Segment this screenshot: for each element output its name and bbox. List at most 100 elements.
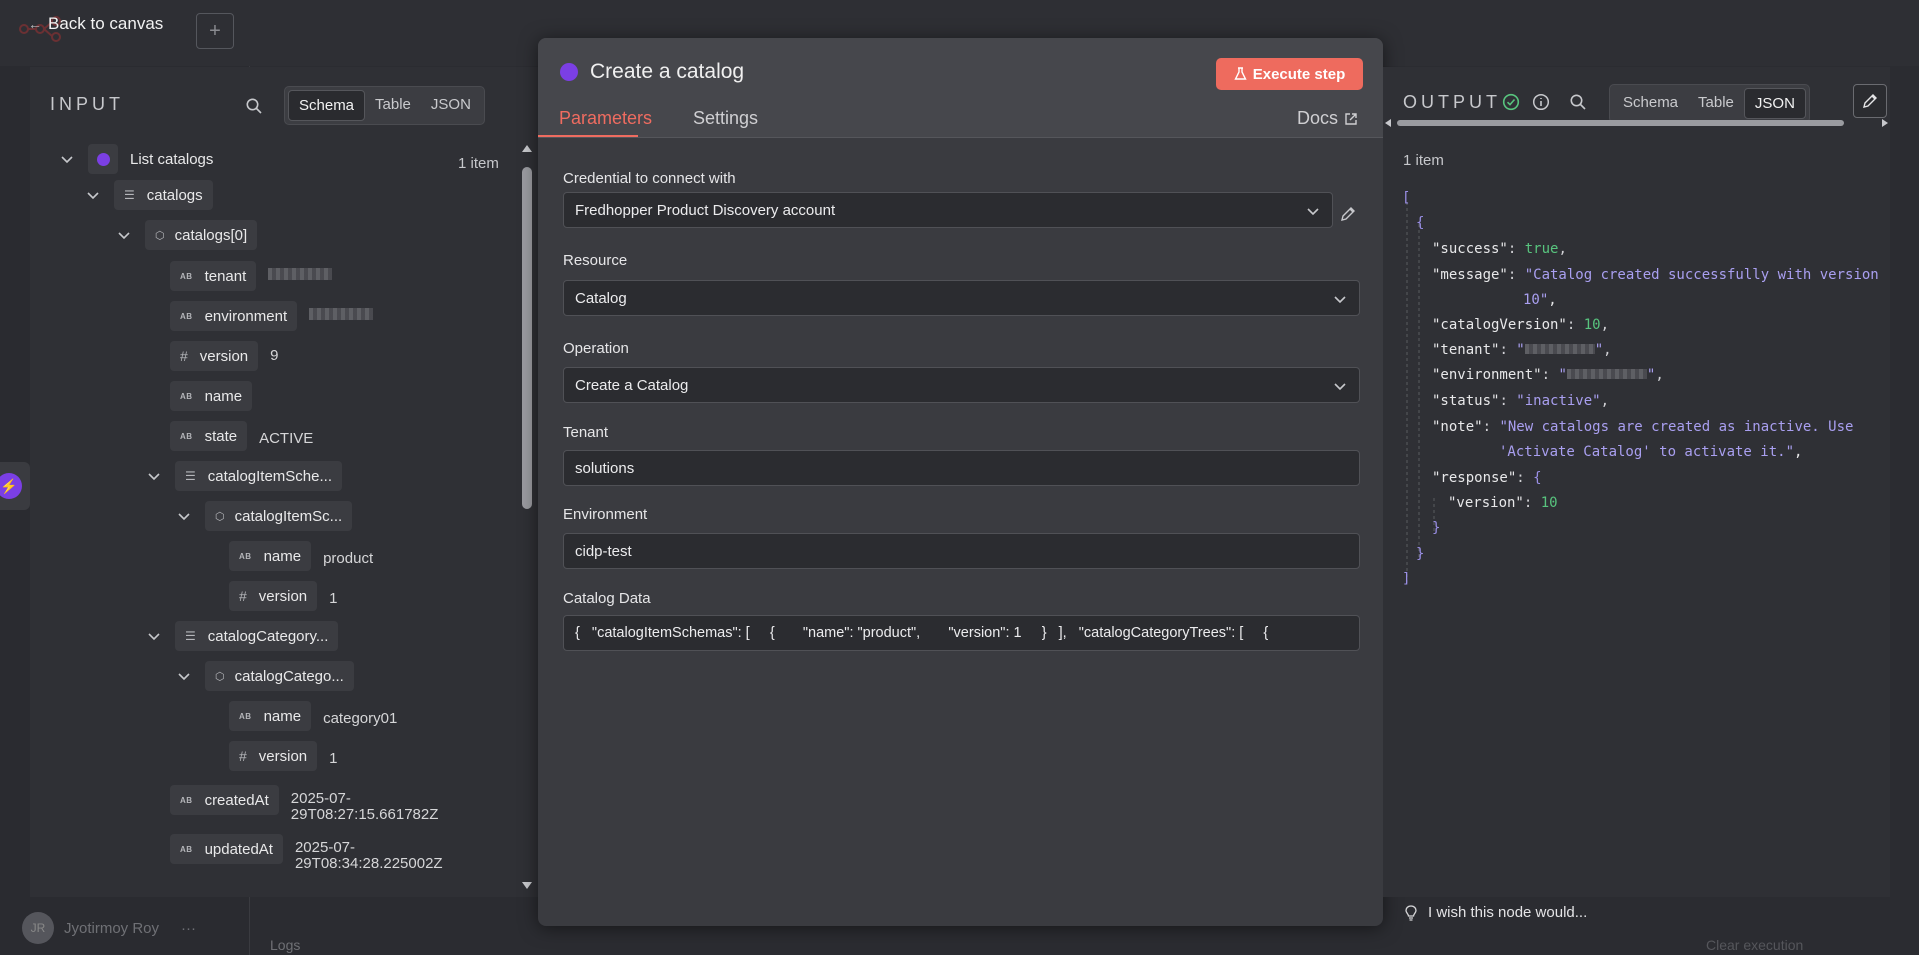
- string-type-icon: AB: [239, 551, 252, 561]
- field-value: 2025-07-29T08:27:15.661782Z: [290, 790, 439, 823]
- tree-node-tenant[interactable]: AB tenant: [170, 260, 333, 292]
- field-value: product: [323, 550, 374, 567]
- input-title: INPUT: [50, 94, 124, 114]
- string-type-icon: AB: [180, 311, 193, 321]
- input-scrollbar[interactable]: [520, 143, 534, 893]
- scroll-up-icon[interactable]: [521, 143, 533, 153]
- field-name: updatedAt: [204, 840, 273, 858]
- tree-node-catalogs[interactable]: ☰ catalogs: [86, 179, 213, 211]
- tree-node-state[interactable]: AB state ACTIVE: [170, 420, 313, 452]
- tree-node-created-at[interactable]: AB createdAt 2025-07-29T08:27:15.661782Z: [170, 780, 451, 823]
- more-icon[interactable]: ···: [181, 920, 196, 937]
- add-node-button[interactable]: +: [196, 13, 234, 49]
- field-pill: AB state: [170, 421, 248, 451]
- catalog-data-input[interactable]: { "catalogItemSchemas": [ { "name": "pro…: [563, 615, 1360, 651]
- tree-node-category-version[interactable]: # version 1: [229, 740, 338, 772]
- chevron-down-icon[interactable]: [177, 669, 191, 683]
- logs-label[interactable]: Logs: [270, 937, 300, 953]
- json-line: "catalogVersion": 10,: [1432, 317, 1610, 333]
- back-to-canvas-link[interactable]: ← Back to canvas: [28, 14, 163, 34]
- operation-value: Create a Catalog: [575, 376, 689, 394]
- redacted-value: [309, 308, 374, 324]
- tree-node-catalog-category-trees[interactable]: ☰ catalogCategory...: [147, 620, 339, 652]
- output-tab-schema[interactable]: Schema: [1613, 88, 1688, 119]
- scroll-down-icon[interactable]: [521, 881, 533, 891]
- tree-node-category-name[interactable]: AB name category01: [229, 700, 397, 732]
- field-name: name: [204, 387, 243, 405]
- output-horizontal-scrollbar[interactable]: [1383, 118, 1890, 128]
- chevron-down-icon: [1334, 383, 1346, 391]
- tree-node-schema-version[interactable]: # version 1: [229, 580, 338, 612]
- tenant-input[interactable]: solutions: [563, 450, 1360, 486]
- modal-title: Create a catalog: [590, 60, 745, 83]
- lightbulb-icon: [1405, 904, 1417, 921]
- field-name: catalogCatego...: [234, 667, 344, 685]
- edit-credential-icon[interactable]: [1339, 205, 1357, 223]
- field-pill: ⬡ catalogCatego...: [205, 661, 354, 691]
- field-name: version: [258, 587, 308, 605]
- operation-select[interactable]: Create a Catalog: [563, 367, 1360, 403]
- chevron-down-icon[interactable]: [177, 509, 191, 523]
- scroll-thumb[interactable]: [522, 167, 532, 509]
- field-name: environment: [204, 307, 288, 325]
- execute-step-button[interactable]: Execute step: [1216, 58, 1363, 90]
- side-panel-tab[interactable]: ⚡: [0, 462, 30, 510]
- output-tab-table[interactable]: Table: [1688, 88, 1744, 119]
- avatar: JR: [22, 912, 54, 944]
- active-tab-underline: [538, 135, 638, 137]
- tab-settings[interactable]: Settings: [693, 108, 758, 129]
- search-icon[interactable]: [1569, 93, 1587, 111]
- input-tab-schema[interactable]: Schema: [288, 90, 366, 121]
- chevron-down-icon[interactable]: [117, 228, 131, 242]
- root-label: List catalogs: [130, 150, 214, 168]
- info-icon[interactable]: [1532, 93, 1550, 111]
- chevron-down-icon[interactable]: [86, 188, 100, 202]
- tree-node-catalog-item-schema-item[interactable]: ⬡ catalogItemSc...: [177, 500, 353, 532]
- credential-select[interactable]: Fredhopper Product Discovery account: [563, 192, 1333, 228]
- cube-icon: ⬡: [215, 510, 225, 523]
- tree-node-environment[interactable]: AB environment: [170, 300, 374, 332]
- tree-node-name[interactable]: AB name: [170, 380, 253, 412]
- edit-output-button[interactable]: [1853, 84, 1887, 118]
- field-pill: # version: [229, 581, 318, 611]
- string-type-icon: AB: [180, 795, 193, 805]
- field-value: category01: [323, 710, 398, 727]
- number-type-icon: #: [239, 748, 247, 764]
- field-pill: ☰ catalogs: [114, 180, 213, 210]
- json-line: 'Activate Catalog' to activate it.",: [1499, 444, 1803, 460]
- chevron-down-icon: [1334, 296, 1346, 304]
- tree-node-catalogs-0[interactable]: ⬡ catalogs[0]: [117, 219, 258, 251]
- chevron-down-icon[interactable]: [147, 469, 161, 483]
- operation-label: Operation: [563, 340, 629, 357]
- string-type-icon: AB: [180, 391, 193, 401]
- tree-node-list-catalogs[interactable]: List catalogs: [60, 143, 213, 175]
- tree-node-catalog-category-item[interactable]: ⬡ catalogCatego...: [177, 660, 354, 692]
- tree-node-version[interactable]: # version 9: [170, 340, 279, 372]
- output-tab-json[interactable]: JSON: [1743, 88, 1806, 119]
- search-icon[interactable]: [245, 97, 263, 115]
- resource-select[interactable]: Catalog: [563, 280, 1360, 316]
- user-menu[interactable]: JR Jyotirmoy Roy ···: [22, 912, 196, 944]
- tree-node-schema-name[interactable]: AB name product: [229, 540, 373, 572]
- tab-parameters[interactable]: Parameters: [559, 108, 652, 129]
- user-name: Jyotirmoy Roy: [64, 919, 160, 937]
- chevron-down-icon: [1307, 208, 1319, 216]
- field-name: name: [263, 547, 302, 565]
- docs-link[interactable]: Docs: [1297, 108, 1358, 129]
- list-icon: ☰: [185, 629, 196, 643]
- catalog-data-value: { "catalogItemSchemas": [ { "name": "pro…: [575, 625, 1269, 641]
- feedback-link[interactable]: I wish this node would...: [1404, 904, 1587, 921]
- input-tab-json[interactable]: JSON: [421, 90, 481, 121]
- environment-input[interactable]: cidp-test: [563, 533, 1360, 569]
- json-line: "response": {: [1432, 470, 1542, 486]
- string-type-icon: AB: [180, 431, 193, 441]
- tree-node-updated-at[interactable]: AB updatedAt 2025-07-29T08:34:28.225002Z: [170, 829, 455, 872]
- tree-node-catalog-item-schemas[interactable]: ☰ catalogItemSche...: [147, 460, 342, 492]
- catalog-data-label: Catalog Data: [563, 590, 651, 607]
- clear-execution-button[interactable]: Clear execution: [1706, 937, 1803, 953]
- chevron-down-icon[interactable]: [147, 629, 161, 643]
- input-tab-table[interactable]: Table: [365, 90, 421, 121]
- node-icon: [88, 144, 118, 174]
- chevron-down-icon[interactable]: [60, 152, 74, 166]
- field-pill: AB updatedAt: [170, 834, 283, 864]
